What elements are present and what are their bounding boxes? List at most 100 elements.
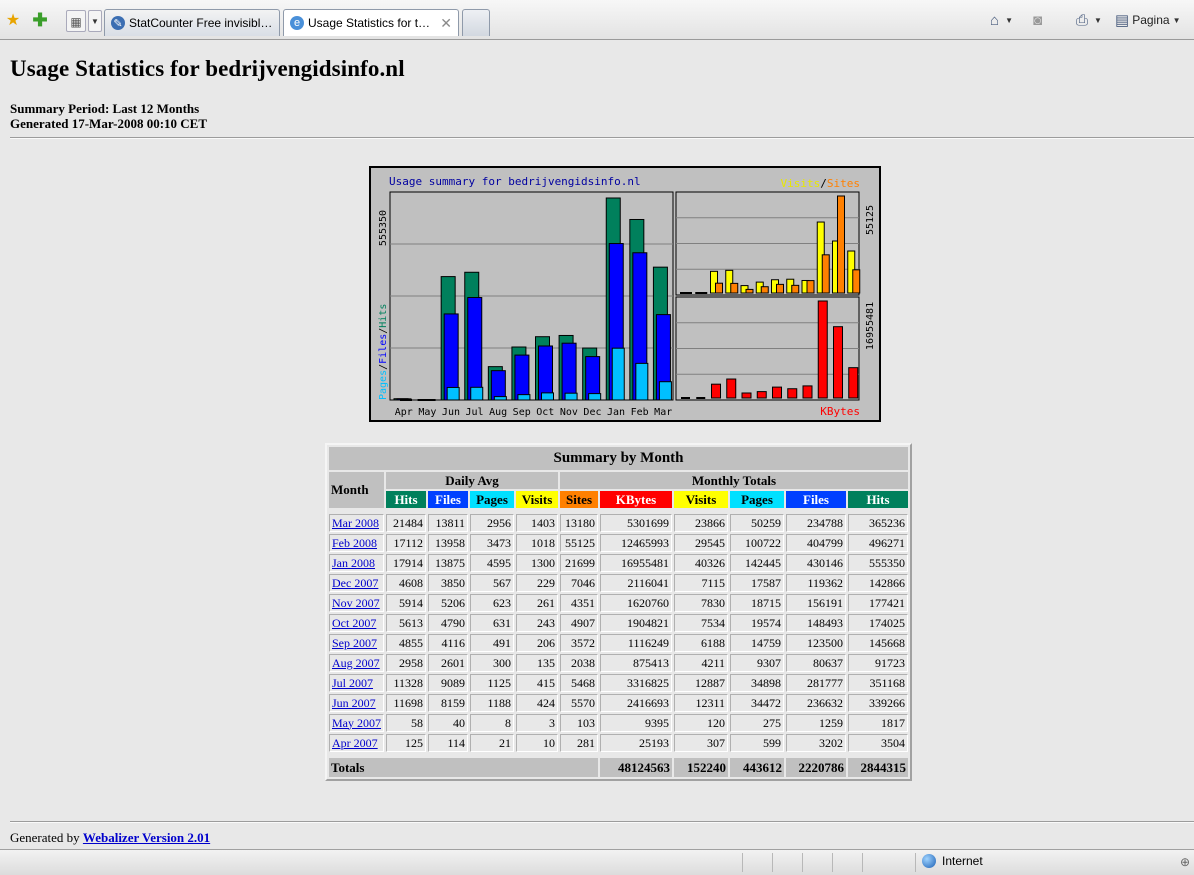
table-cell: 2956 bbox=[470, 514, 514, 532]
pages-bar bbox=[517, 394, 531, 401]
add-favorite-icon[interactable]: ✚ bbox=[30, 10, 50, 30]
month-link[interactable]: Nov 2007 bbox=[332, 596, 380, 610]
x-tick-label: Jul bbox=[466, 407, 484, 418]
table-cell: 21484 bbox=[386, 514, 426, 532]
total-visits: 152240 bbox=[674, 758, 728, 777]
zoom-icon[interactable]: ⊕ bbox=[1180, 855, 1190, 869]
table-cell: 1300 bbox=[516, 554, 558, 572]
x-tick-label: Aug bbox=[489, 407, 507, 418]
chevron-down-icon[interactable]: ▼ bbox=[1005, 16, 1013, 25]
month-link[interactable]: Jul 2007 bbox=[332, 676, 373, 690]
table-cell: 4907 bbox=[560, 614, 598, 632]
status-segment bbox=[862, 853, 863, 872]
printer-icon: ⎙ bbox=[1076, 11, 1089, 29]
table-cell: 9307 bbox=[730, 654, 784, 672]
table-cell: 103 bbox=[560, 714, 598, 732]
sites-bar bbox=[806, 280, 815, 294]
table-cell: 142445 bbox=[730, 554, 784, 572]
table-cell: 1620760 bbox=[600, 594, 672, 612]
month-link[interactable]: Apr 2007 bbox=[332, 736, 378, 750]
table-row: Sep 2007 4855 4116 491 206 3572 1116249 6188 147… bbox=[329, 634, 908, 652]
month-link[interactable]: Feb 2008 bbox=[332, 536, 377, 550]
table-cell: 2958 bbox=[386, 654, 426, 672]
table-cell: 142866 bbox=[848, 574, 908, 592]
webalizer-link[interactable]: Webalizer Version 2.01 bbox=[83, 830, 210, 845]
page-menu-button[interactable]: ▤ Pagina ▼ bbox=[1115, 10, 1180, 30]
table-cell: 7534 bbox=[674, 614, 728, 632]
favorites-star-icon[interactable]: ★ bbox=[3, 10, 23, 30]
table-cell: 5914 bbox=[386, 594, 426, 612]
pages-bar bbox=[446, 386, 460, 401]
table-row: Nov 2007 5914 5206 623 261 4351 1620760 7830 187… bbox=[329, 594, 908, 612]
home-button[interactable]: ⌂ ▼ bbox=[990, 10, 1013, 30]
close-icon[interactable]: ✕ bbox=[440, 15, 452, 32]
table-cell: 135 bbox=[516, 654, 558, 672]
status-segment bbox=[742, 853, 743, 872]
total-hits: 2844315 bbox=[848, 758, 908, 777]
month-link[interactable]: Oct 2007 bbox=[332, 616, 376, 630]
table-cell: 10 bbox=[516, 734, 558, 752]
chart-canvas: Usage summary for bedrijvengidsinfo.nl Vi… bbox=[378, 175, 876, 418]
chart-legend-visits-sites: Visits/Sites bbox=[781, 177, 861, 190]
kbytes-bar bbox=[711, 383, 721, 399]
month-cell: Jul 2007 bbox=[329, 674, 384, 692]
month-cell: Jun 2007 bbox=[329, 694, 384, 712]
table-cell: 11698 bbox=[386, 694, 426, 712]
table-row: Feb 2008 17112 13958 3473 1018 55125 12465993 2… bbox=[329, 534, 908, 552]
table-row: Oct 2007 5613 4790 631 243 4907 1904821 7534 195… bbox=[329, 614, 908, 632]
new-tab-button[interactable] bbox=[462, 9, 490, 36]
table-cell: 365236 bbox=[848, 514, 908, 532]
x-tick-label: Mar bbox=[654, 407, 672, 418]
quick-tabs-button[interactable]: ▦ bbox=[66, 10, 86, 32]
page-icon: ▤ bbox=[1115, 12, 1130, 29]
table-cell: 2416693 bbox=[600, 694, 672, 712]
month-link[interactable]: Aug 2007 bbox=[332, 656, 380, 670]
sites-bar bbox=[791, 284, 800, 294]
security-zone[interactable]: Internet bbox=[922, 854, 983, 868]
files-bar bbox=[490, 370, 506, 401]
table-cell: 13180 bbox=[560, 514, 598, 532]
print-button[interactable]: ⎙ ▼ bbox=[1076, 10, 1102, 30]
table-cell: 13811 bbox=[428, 514, 468, 532]
chevron-down-icon[interactable]: ▼ bbox=[1094, 16, 1102, 25]
table-cell: 2116041 bbox=[600, 574, 672, 592]
page-content: Usage Statistics for bedrijvengidsinfo.n… bbox=[0, 40, 1194, 849]
x-tick-label: Nov bbox=[560, 407, 578, 418]
table-cell: 16955481 bbox=[600, 554, 672, 572]
month-link[interactable]: Mar 2008 bbox=[332, 516, 379, 530]
x-tick-label: Oct bbox=[536, 407, 554, 418]
tab-label: Usage Statistics for thijsp... bbox=[308, 16, 437, 30]
feeds-button[interactable]: ◙ bbox=[1033, 10, 1045, 30]
month-link[interactable]: Jun 2007 bbox=[332, 696, 376, 710]
tab-label: StatCounter Free invisible W... bbox=[129, 16, 273, 30]
table-cell: 351168 bbox=[848, 674, 908, 692]
month-link[interactable]: Jan 2008 bbox=[332, 556, 375, 570]
table-cell: 3316825 bbox=[600, 674, 672, 692]
month-link[interactable]: Sep 2007 bbox=[332, 636, 377, 650]
sites-bar bbox=[745, 288, 754, 294]
table-cell: 11328 bbox=[386, 674, 426, 692]
month-cell: Oct 2007 bbox=[329, 614, 384, 632]
col-daily-hits: Hits bbox=[386, 491, 426, 508]
x-tick-label: Apr bbox=[395, 407, 413, 418]
table-cell: 206 bbox=[516, 634, 558, 652]
table-cell: 2038 bbox=[560, 654, 598, 672]
table-cell: 100722 bbox=[730, 534, 784, 552]
kbytes-bar bbox=[726, 378, 737, 399]
table-cell: 3 bbox=[516, 714, 558, 732]
month-link[interactable]: May 2007 bbox=[332, 716, 381, 730]
tab-list-button[interactable]: ▼ bbox=[88, 10, 102, 32]
table-cell: 243 bbox=[516, 614, 558, 632]
table-cell: 156191 bbox=[786, 594, 846, 612]
month-link[interactable]: Dec 2007 bbox=[332, 576, 378, 590]
table-cell: 34472 bbox=[730, 694, 784, 712]
sites-bar bbox=[821, 254, 830, 294]
table-cell: 567 bbox=[470, 574, 514, 592]
table-cell: 148493 bbox=[786, 614, 846, 632]
tab-statcounter[interactable]: ✎ StatCounter Free invisible W... bbox=[104, 9, 280, 36]
table-cell: 555350 bbox=[848, 554, 908, 572]
tab-usage-statistics[interactable]: e Usage Statistics for thijsp... ✕ bbox=[283, 9, 459, 36]
table-cell: 9089 bbox=[428, 674, 468, 692]
col-monthly-pages: Pages bbox=[730, 491, 784, 508]
pages-bar bbox=[635, 362, 649, 401]
